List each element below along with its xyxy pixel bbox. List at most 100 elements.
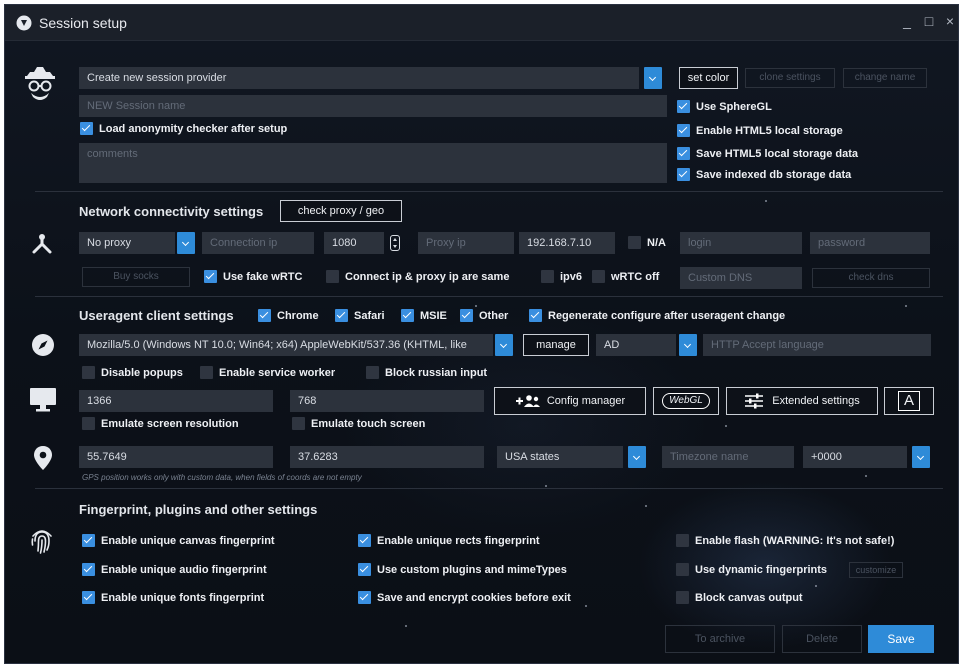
config-manager-button[interactable]: Config manager	[494, 387, 646, 415]
latitude-input[interactable]: 55.7649	[79, 446, 273, 468]
custom-dns-input[interactable]: Custom DNS	[680, 267, 802, 289]
checkbox-icon	[292, 417, 305, 430]
add-users-icon	[515, 395, 540, 407]
close-button[interactable]: ×	[941, 13, 958, 29]
msie-checkbox[interactable]: MSIE	[401, 309, 447, 322]
checkbox-icon	[358, 591, 371, 604]
use-spheregl-checkbox[interactable]: Use SphereGL	[677, 100, 772, 113]
delete-button[interactable]: Delete	[782, 625, 862, 653]
set-color-button[interactable]: set color	[679, 67, 738, 89]
timezone-name-input[interactable]: Timezone name	[662, 446, 794, 468]
accept-language-input[interactable]: HTTP Accept language	[703, 334, 931, 356]
maximize-button[interactable]: □	[920, 13, 938, 29]
region-select[interactable]: USA states	[497, 446, 623, 468]
emulate-resolution-checkbox[interactable]: Emulate screen resolution	[82, 417, 239, 430]
safari-checkbox[interactable]: Safari	[335, 309, 385, 322]
checkbox-label: Enable service worker	[219, 366, 336, 379]
other-checkbox[interactable]: Other	[460, 309, 508, 322]
block-canvas-output-checkbox[interactable]: Block canvas output	[676, 591, 803, 604]
change-name-button[interactable]: change name	[843, 68, 927, 88]
screen-height-input[interactable]: 768	[290, 390, 484, 412]
checkbox-label: Use SphereGL	[696, 100, 772, 113]
proxy-type-select[interactable]: No proxy	[79, 232, 175, 254]
enable-flash-checkbox[interactable]: Enable flash (WARNING: It's not safe!)	[676, 534, 894, 547]
checkbox-icon	[258, 309, 271, 322]
ipv6-checkbox[interactable]: ipv6	[541, 270, 582, 283]
port-stepper[interactable]	[390, 235, 400, 251]
load-anonymity-checker-checkbox[interactable]: Load anonymity checker after setup	[80, 122, 287, 135]
longitude-input[interactable]: 37.6283	[290, 446, 484, 468]
font-settings-button[interactable]: A	[884, 387, 934, 415]
save-html5-data-checkbox[interactable]: Save HTML5 local storage data	[677, 147, 858, 160]
language-code-select[interactable]: AD	[596, 334, 676, 356]
useragent-input[interactable]: Mozilla/5.0 (Windows NT 10.0; Win64; x64…	[79, 334, 493, 356]
sliders-icon	[745, 393, 764, 409]
proxy-type-dropdown-button[interactable]	[177, 232, 195, 254]
block-russian-checkbox[interactable]: Block russian input	[366, 366, 487, 379]
section-divider	[35, 191, 943, 192]
screen-width-input[interactable]: 1366	[79, 390, 273, 412]
dynamic-fingerprints-checkbox[interactable]: Use dynamic fingerprints	[676, 563, 827, 576]
useragent-dropdown-button[interactable]	[495, 334, 513, 356]
provider-dropdown-button[interactable]	[644, 67, 662, 89]
to-archive-button[interactable]: To archive	[665, 625, 775, 653]
enable-service-worker-checkbox[interactable]: Enable service worker	[200, 366, 335, 379]
buy-socks-button[interactable]: Buy socks	[82, 267, 190, 287]
port-input[interactable]: 1080	[324, 232, 384, 254]
extended-settings-button[interactable]: Extended settings	[726, 387, 878, 415]
manage-button[interactable]: manage	[523, 334, 589, 356]
regenerate-checkbox[interactable]: Regenerate configure after useragent cha…	[529, 309, 785, 322]
fake-webrtc-checkbox[interactable]: Use fake wRTC	[204, 270, 302, 283]
na-checkbox[interactable]: N/A	[628, 236, 666, 249]
save-button[interactable]: Save	[868, 625, 934, 653]
checkbox-icon	[358, 563, 371, 576]
fonts-fingerprint-checkbox[interactable]: Enable unique fonts fingerprint	[82, 591, 264, 604]
custom-plugins-checkbox[interactable]: Use custom plugins and mimeTypes	[358, 563, 567, 576]
enable-html5-storage-checkbox[interactable]: Enable HTML5 local storage	[677, 124, 843, 137]
encrypt-cookies-checkbox[interactable]: Save and encrypt cookies before exit	[358, 591, 571, 604]
region-dropdown-button[interactable]	[628, 446, 646, 468]
rects-fingerprint-checkbox[interactable]: Enable unique rects fingerprint	[358, 534, 540, 547]
check-proxy-button[interactable]: check proxy / geo	[280, 200, 402, 222]
connect-same-checkbox[interactable]: Connect ip & proxy ip are same	[326, 270, 509, 283]
session-name-input[interactable]: NEW Session name	[79, 95, 667, 117]
check-dns-button[interactable]: check dns	[812, 268, 930, 288]
checkbox-icon	[82, 534, 95, 547]
webgl-button[interactable]: WebGL	[653, 387, 719, 415]
fingerprint-icon	[31, 530, 52, 554]
canvas-fingerprint-checkbox[interactable]: Enable unique canvas fingerprint	[82, 534, 275, 547]
checkbox-icon	[401, 309, 414, 322]
checkbox-label: Connect ip & proxy ip are same	[345, 270, 510, 283]
timezone-offset-select[interactable]: +0000	[803, 446, 907, 468]
checkbox-label: Use fake wRTC	[223, 270, 303, 283]
session-provider-select[interactable]: Create new session provider	[79, 67, 639, 89]
webrtc-off-checkbox[interactable]: wRTC off	[592, 270, 659, 283]
customize-button[interactable]: customize	[849, 562, 903, 578]
proxy-ip-input[interactable]: Proxy ip	[418, 232, 514, 254]
connection-ip-input[interactable]: Connection ip	[202, 232, 314, 254]
local-ip-field: 192.168.7.10	[519, 232, 615, 254]
minimize-button[interactable]: _	[898, 13, 916, 29]
checkbox-icon	[529, 309, 542, 322]
language-dropdown-button[interactable]	[679, 334, 697, 356]
password-input[interactable]: password	[810, 232, 930, 254]
disable-popups-checkbox[interactable]: Disable popups	[82, 366, 183, 379]
clone-settings-button[interactable]: clone settings	[745, 68, 835, 88]
checkbox-icon	[82, 563, 95, 576]
login-input[interactable]: login	[680, 232, 802, 254]
audio-fingerprint-checkbox[interactable]: Enable unique audio fingerprint	[82, 563, 267, 576]
save-indexed-db-checkbox[interactable]: Save indexed db storage data	[677, 168, 851, 181]
comments-textarea[interactable]: comments	[79, 143, 667, 183]
star-decoration	[585, 605, 587, 607]
timezone-dropdown-button[interactable]	[912, 446, 930, 468]
chrome-checkbox[interactable]: Chrome	[258, 309, 319, 322]
checkbox-icon	[326, 270, 339, 283]
title-bar: Session setup _ □ ×	[5, 5, 958, 41]
checkbox-icon	[80, 122, 93, 135]
star-decoration	[725, 425, 727, 427]
checkbox-icon	[82, 591, 95, 604]
useragent-section-title: Useragent client settings	[79, 308, 234, 323]
fingerprint-section-title: Fingerprint, plugins and other settings	[79, 502, 318, 517]
checkbox-label: wRTC off	[611, 270, 660, 283]
emulate-touch-checkbox[interactable]: Emulate touch screen	[292, 417, 425, 430]
